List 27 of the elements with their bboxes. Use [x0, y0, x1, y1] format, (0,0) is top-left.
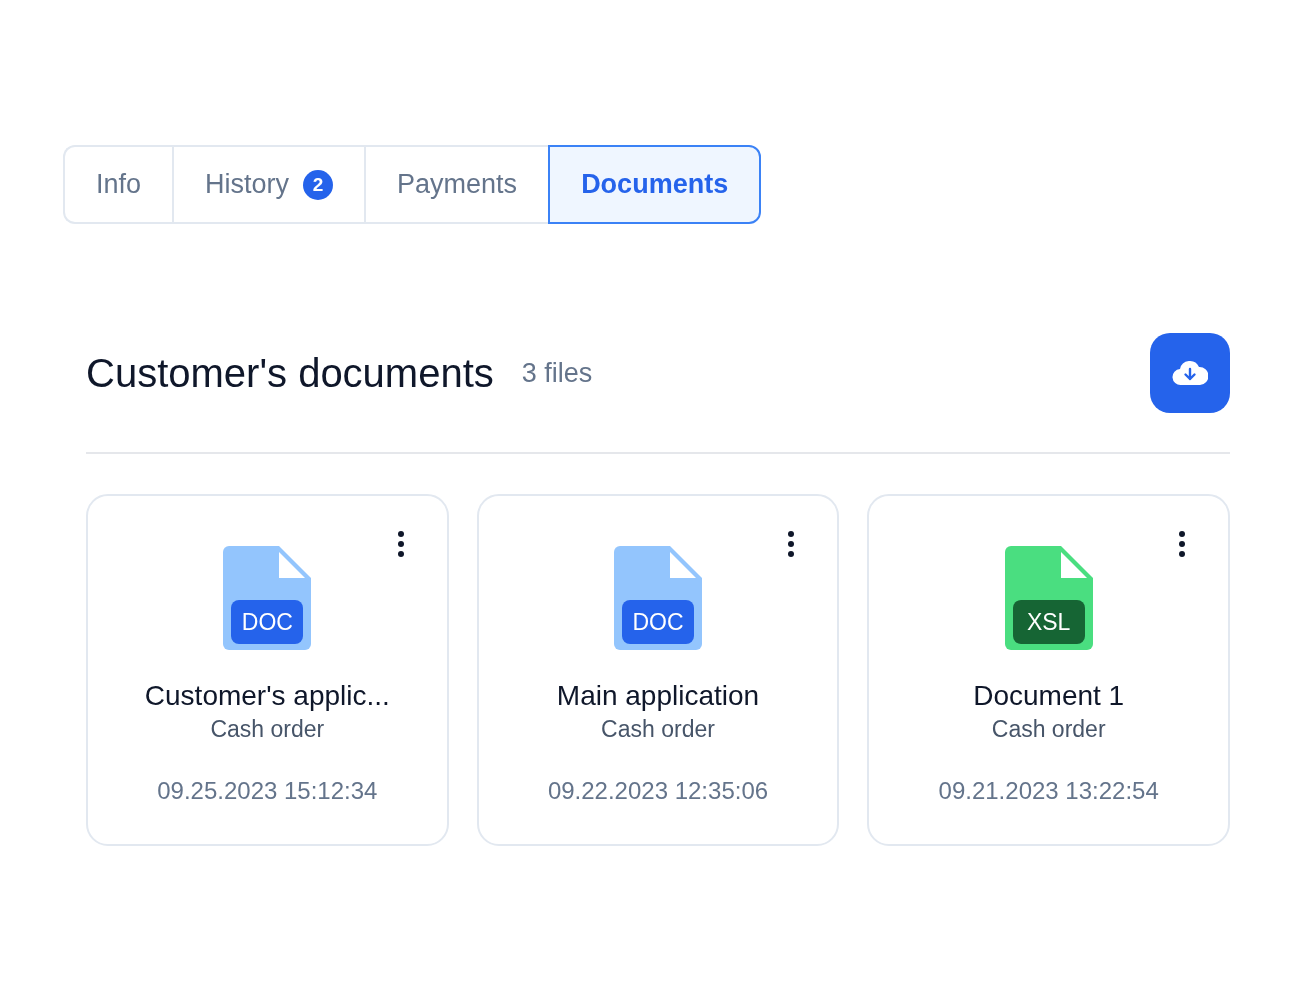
- tab[interactable]: Documents: [548, 145, 762, 224]
- more-options-icon[interactable]: [1178, 530, 1186, 558]
- file-category: Cash order: [601, 716, 715, 743]
- count-badge: 2: [303, 169, 334, 200]
- file-date: 09.25.2023 15:12:34: [157, 777, 378, 805]
- file-count: 3 files: [521, 357, 593, 389]
- file-name: Customer's applic...: [144, 680, 390, 712]
- file-card[interactable]: XSL Document 1 Cash order 09.21.2023 13:22:54: [867, 494, 1230, 846]
- file-card[interactable]: DOC Customer's applic... Cash order 09.25.2023 15:12:34: [86, 494, 449, 846]
- more-options-icon[interactable]: [396, 530, 405, 558]
- file-name: Main application: [556, 680, 760, 712]
- file-name: Document 1: [973, 680, 1125, 712]
- tab[interactable]: Info: [63, 145, 173, 224]
- cloud-download-icon: [1172, 359, 1208, 387]
- download-button[interactable]: [1150, 333, 1230, 413]
- tab[interactable]: Payments: [364, 145, 549, 224]
- section-title: Customer's documents: [86, 350, 494, 396]
- file-icon: DOC: [614, 546, 702, 650]
- file-icon: XSL: [1004, 546, 1093, 650]
- file-date: 09.22.2023 12:35:06: [547, 777, 769, 805]
- file-icon: DOC: [223, 546, 312, 650]
- tab[interactable]: History 2: [172, 145, 365, 224]
- file-card[interactable]: DOC Main application Cash order 09.22.2023 12:35:06: [476, 494, 840, 846]
- more-options-icon[interactable]: [787, 530, 796, 558]
- file-category: Cash order: [991, 716, 1106, 743]
- file-category: Cash order: [210, 716, 325, 743]
- file-date: 09.21.2023 13:22:54: [938, 777, 1159, 805]
